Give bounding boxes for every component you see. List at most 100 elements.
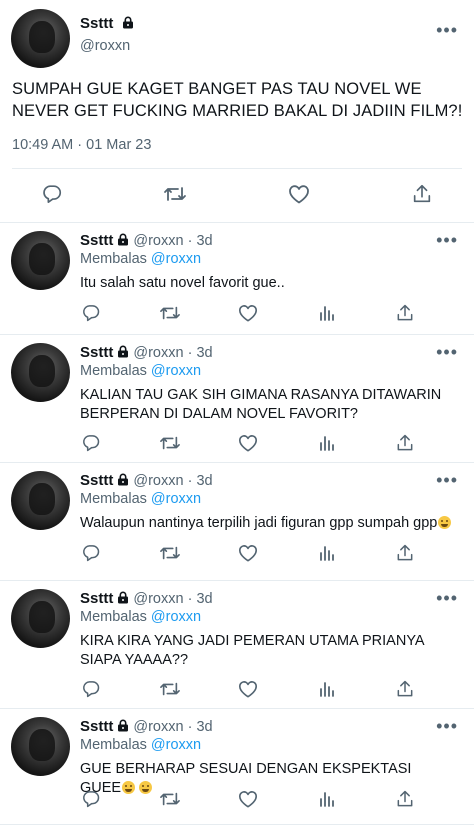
mention-link[interactable]: @roxxn bbox=[151, 251, 201, 267]
avatar[interactable] bbox=[11, 9, 70, 68]
loudly-crying-face-emoji bbox=[438, 516, 452, 529]
reply-tweet[interactable]: Ssttt @roxxn · 3d ••• Membalas @roxxn It… bbox=[0, 223, 474, 335]
reply-button[interactable] bbox=[80, 542, 102, 564]
tweet-age[interactable]: · 3d bbox=[188, 591, 213, 607]
retweet-button[interactable] bbox=[159, 678, 181, 700]
reply-button[interactable] bbox=[80, 788, 102, 810]
analytics-icon bbox=[318, 434, 336, 452]
mention-link[interactable]: @roxxn bbox=[151, 609, 201, 625]
tweet-age[interactable]: · 3d bbox=[188, 473, 213, 489]
divider bbox=[12, 168, 462, 169]
author-name[interactable]: Ssttt bbox=[80, 590, 113, 607]
tweet-text: SUMPAH GUE KAGET BANGET PAS TAU NOVEL WE… bbox=[12, 80, 463, 120]
author-handle[interactable]: @roxxn bbox=[133, 473, 183, 489]
tweet-timestamp[interactable]: 10:49 AM · 01 Mar 23 bbox=[12, 137, 151, 153]
emoji-wrap bbox=[437, 515, 452, 531]
author-handle[interactable]: @roxxn bbox=[133, 345, 183, 361]
reply-tweet[interactable]: Ssttt @roxxn · 3d ••• Membalas @roxxn Wa… bbox=[0, 463, 474, 581]
views-button[interactable] bbox=[316, 678, 338, 700]
reply-tweet[interactable]: Ssttt @roxxn · 3d ••• Membalas @roxxn KI… bbox=[0, 581, 474, 709]
tweet-age[interactable]: · 3d bbox=[188, 719, 213, 735]
more-options-button[interactable]: ••• bbox=[436, 343, 458, 361]
mention-link[interactable]: @roxxn bbox=[151, 363, 201, 379]
more-options-button[interactable]: ••• bbox=[436, 717, 458, 735]
views-button[interactable] bbox=[316, 302, 338, 324]
replying-to-label: Membalas bbox=[80, 609, 147, 625]
author-name[interactable]: Ssttt bbox=[80, 344, 113, 361]
like-button[interactable] bbox=[237, 432, 259, 454]
reply-tweet[interactable]: Ssttt @roxxn · 3d ••• Membalas @roxxn KA… bbox=[0, 335, 474, 463]
avatar[interactable] bbox=[11, 231, 70, 290]
replying-to: Membalas @roxxn bbox=[80, 491, 201, 507]
analytics-icon bbox=[318, 790, 336, 808]
author-handle[interactable]: @roxxn bbox=[133, 233, 183, 249]
share-button[interactable] bbox=[394, 678, 416, 700]
lock-icon bbox=[117, 233, 129, 246]
more-options-button[interactable]: ••• bbox=[436, 471, 458, 489]
share-icon bbox=[395, 433, 415, 453]
like-button[interactable] bbox=[237, 302, 259, 324]
like-button[interactable] bbox=[237, 678, 259, 700]
retweet-button[interactable] bbox=[159, 788, 181, 810]
views-button[interactable] bbox=[316, 788, 338, 810]
avatar[interactable] bbox=[11, 471, 70, 530]
mention-link[interactable]: @roxxn bbox=[151, 737, 201, 753]
action-bar bbox=[80, 302, 416, 324]
author-name[interactable]: Ssttt bbox=[80, 15, 113, 32]
avatar[interactable] bbox=[11, 717, 70, 776]
more-options-button[interactable]: ••• bbox=[436, 231, 458, 249]
avatar[interactable] bbox=[11, 589, 70, 648]
tweet-age[interactable]: · 3d bbox=[188, 233, 213, 249]
replying-to: Membalas @roxxn bbox=[80, 251, 201, 267]
author-name[interactable]: Ssttt bbox=[80, 232, 113, 249]
analytics-icon bbox=[318, 304, 336, 322]
tweet-text: Itu salah satu novel favorit gue.. bbox=[80, 274, 455, 293]
author-handle[interactable]: @roxxn bbox=[133, 591, 183, 607]
views-button[interactable] bbox=[316, 542, 338, 564]
tweet-age[interactable]: · 3d bbox=[188, 345, 213, 361]
share-icon bbox=[395, 543, 415, 563]
reply-header: Ssttt @roxxn · 3d bbox=[80, 472, 213, 489]
share-button[interactable] bbox=[394, 432, 416, 454]
reply-button[interactable] bbox=[80, 678, 102, 700]
heart-icon bbox=[287, 183, 311, 205]
reply-button[interactable] bbox=[41, 183, 63, 205]
views-button[interactable] bbox=[316, 432, 338, 454]
author-name-row: Ssttt bbox=[80, 15, 134, 33]
main-action-bar bbox=[41, 183, 433, 205]
heart-icon bbox=[237, 543, 259, 563]
replying-to: Membalas @roxxn bbox=[80, 609, 201, 625]
author-handle[interactable]: @roxxn bbox=[133, 719, 183, 735]
share-icon bbox=[395, 789, 415, 809]
replying-to-label: Membalas bbox=[80, 737, 147, 753]
author-name[interactable]: Ssttt bbox=[80, 472, 113, 489]
author-name[interactable]: Ssttt bbox=[80, 718, 113, 735]
reply-button[interactable] bbox=[80, 432, 102, 454]
retweet-button[interactable] bbox=[159, 432, 181, 454]
author-handle[interactable]: @roxxn bbox=[80, 38, 130, 54]
retweet-button[interactable] bbox=[164, 183, 187, 205]
share-button[interactable] bbox=[394, 302, 416, 324]
heart-icon bbox=[237, 303, 259, 323]
retweet-icon bbox=[159, 303, 181, 323]
reply-button[interactable] bbox=[80, 302, 102, 324]
reply-header: Ssttt @roxxn · 3d bbox=[80, 344, 213, 361]
more-options-button[interactable]: ••• bbox=[436, 589, 458, 607]
like-button[interactable] bbox=[288, 183, 310, 205]
like-button[interactable] bbox=[237, 788, 259, 810]
reply-icon bbox=[81, 679, 101, 699]
more-options-button[interactable]: ••• bbox=[436, 21, 458, 39]
mention-link[interactable]: @roxxn bbox=[151, 491, 201, 507]
share-button[interactable] bbox=[394, 788, 416, 810]
heart-icon bbox=[237, 433, 259, 453]
retweet-button[interactable] bbox=[159, 542, 181, 564]
like-button[interactable] bbox=[237, 542, 259, 564]
retweet-button[interactable] bbox=[159, 302, 181, 324]
retweet-icon bbox=[159, 543, 181, 563]
reply-tweet[interactable]: Ssttt @roxxn · 3d ••• Membalas @roxxn GU… bbox=[0, 709, 474, 825]
reply-icon bbox=[41, 183, 63, 205]
reply-header: Ssttt @roxxn · 3d bbox=[80, 232, 213, 249]
avatar[interactable] bbox=[11, 343, 70, 402]
share-button[interactable] bbox=[394, 542, 416, 564]
share-button[interactable] bbox=[411, 183, 433, 205]
